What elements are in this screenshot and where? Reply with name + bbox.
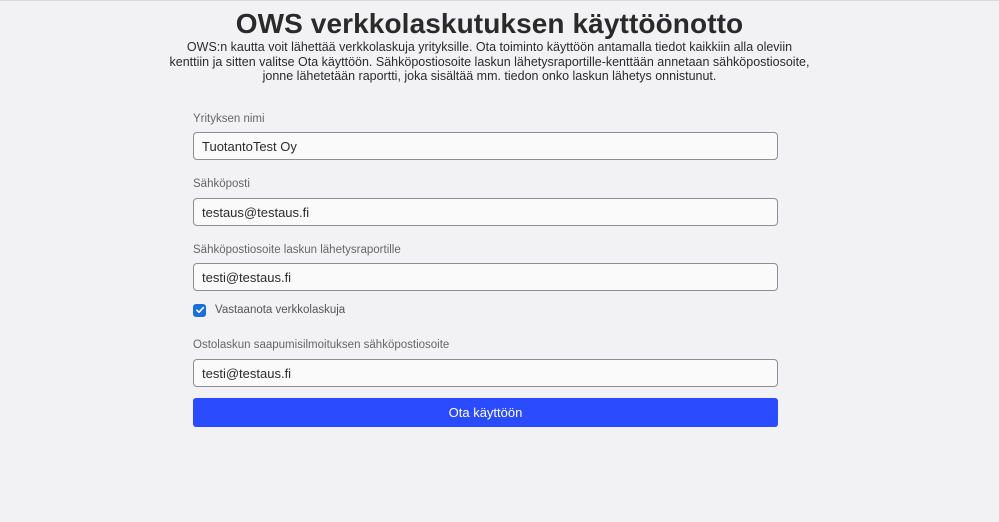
purchase-notification-email-label: Ostolaskun saapumisilmoituksen sähköpost… [193, 339, 450, 351]
company-name-input[interactable] [193, 132, 778, 160]
receive-einvoices-checkbox[interactable] [193, 303, 206, 317]
report-email-label: Sähköpostiosoite laskun lähetysraportill… [193, 244, 401, 256]
receive-einvoices-label: Vastaanota verkkolaskuja [215, 304, 346, 316]
report-email-input[interactable] [193, 263, 778, 291]
receive-einvoices-row[interactable]: Vastaanota verkkolaskuja [193, 303, 345, 317]
purchase-notification-email-input[interactable] [193, 359, 778, 387]
checkmark-icon [195, 306, 204, 314]
email-label: Sähköposti [193, 178, 250, 190]
email-input[interactable] [193, 198, 778, 226]
company-name-label: Yrityksen nimi [193, 113, 265, 125]
enable-button[interactable]: Ota käyttöön [193, 398, 778, 427]
page-title: OWS verkkolaskutuksen käyttöönotto [235, 8, 744, 39]
top-divider [0, 0, 999, 1]
intro-text: OWS:n kautta voit lähettää verkkolaskuja… [169, 40, 810, 83]
